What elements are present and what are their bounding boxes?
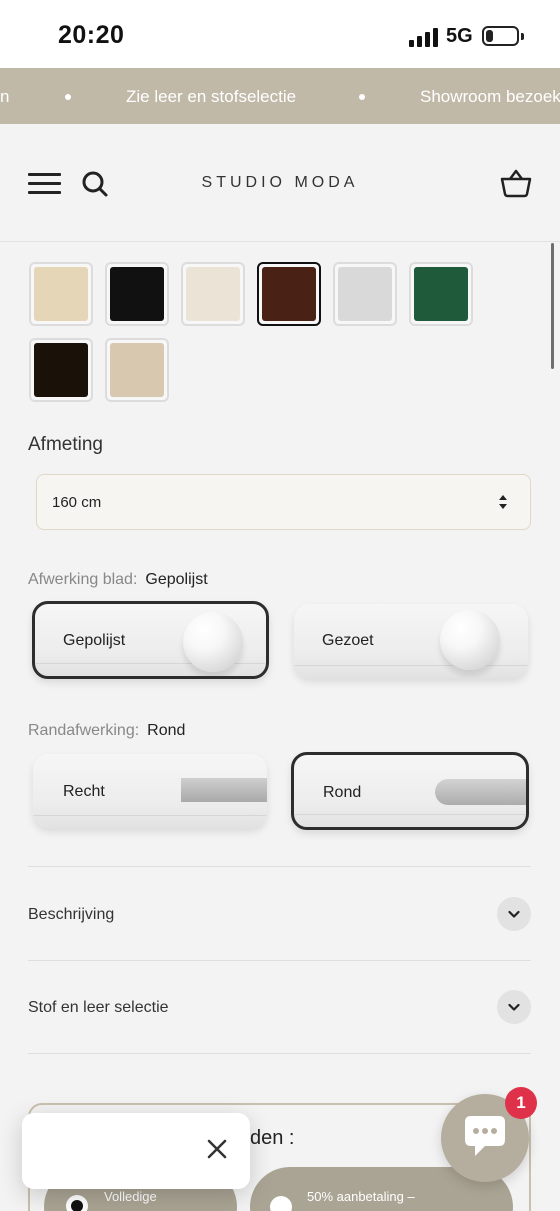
battery-icon: 21 [482,26,519,46]
announcement-item[interactable]: n [0,87,9,107]
select-arrows-icon [498,494,508,510]
polished-sphere [183,612,243,672]
close-icon[interactable] [206,1138,228,1160]
notification-badge: 1 [505,1087,537,1119]
network-type: 5G [446,25,473,47]
radio-full[interactable] [66,1195,88,1211]
finish-label-text: Afwerking blad: [28,571,138,588]
announcement-bar: n Zie leer en stofselectie Showroom bezo… [0,68,560,124]
swatch-black-gold-marble[interactable] [29,338,93,402]
option-label: Gepolijst [63,632,126,649]
size-label: Afmeting [28,434,103,455]
payment-option-full-label: Volledige [104,1189,157,1204]
finish-option-gezoet[interactable]: Gezoet [294,604,528,678]
chevron-down-icon[interactable] [497,897,531,931]
swatch-fill [338,267,392,321]
payment-option-deposit-label: 50% aanbetaling – [307,1189,415,1204]
accordion-description-title[interactable]: Beschrijving [28,906,114,924]
site-logo[interactable]: STUDIO MODA [0,174,560,192]
scrollbar[interactable] [551,243,554,369]
edge-selected-value: Rond [147,722,186,739]
option-label: Rond [323,784,362,801]
status-time: 20:20 [58,21,125,49]
swatch-black-marble[interactable] [105,262,169,326]
edge-label-text: Randafwerking: [28,722,140,739]
cart-icon[interactable] [500,167,532,199]
swatch-green-marble[interactable] [409,262,473,326]
edge-label: Randafwerking: Rond [28,722,185,740]
accordion-fabric-title[interactable]: Stof en leer selectie [28,999,169,1017]
swatch-white-grey-marble[interactable] [333,262,397,326]
status-bar: 20:20 5G 21 [0,0,560,68]
size-select-value: 160 cm [52,494,102,511]
signal-icon [409,28,439,47]
swatch-beige-marble[interactable] [105,338,169,402]
battery-cap [521,33,524,40]
edge-option-recht[interactable]: Recht [33,754,267,828]
divider [28,866,531,867]
swatch-ivory-marble[interactable] [181,262,245,326]
site-header: STUDIO MODA [0,124,560,242]
swatch-fill [34,343,88,397]
swatch-fill [414,267,468,321]
round-edge-bar [435,779,526,805]
announcement-item[interactable]: Zie leer en stofselectie [126,87,296,107]
divider [28,960,531,961]
swatch-brown-marble[interactable] [257,262,321,326]
divider [28,1053,531,1054]
option-label: Recht [63,783,105,800]
finish-selected-value: Gepolijst [145,571,208,588]
swatch-fill [262,267,316,321]
finish-label: Afwerking blad: Gepolijst [28,571,208,589]
swatch-fill [34,267,88,321]
swatch-cream-marble[interactable] [29,262,93,326]
chevron-down-icon[interactable] [497,990,531,1024]
separator-dot [65,94,71,100]
radio-deposit[interactable] [270,1196,292,1211]
straight-edge-bar [181,778,267,802]
separator-dot [359,94,365,100]
announcement-item[interactable]: Showroom bezoek [420,87,560,107]
option-label: Gezoet [322,632,374,649]
swatch-fill [110,343,164,397]
finish-option-gepolijst[interactable]: Gepolijst [32,601,269,679]
size-select[interactable]: 160 cm [36,474,531,530]
payment-title: den : [250,1127,295,1149]
swatch-fill [110,267,164,321]
edge-option-rond[interactable]: Rond [291,752,529,830]
battery-level: 21 [492,28,509,44]
honed-sphere [440,610,500,670]
swatch-fill [186,267,240,321]
